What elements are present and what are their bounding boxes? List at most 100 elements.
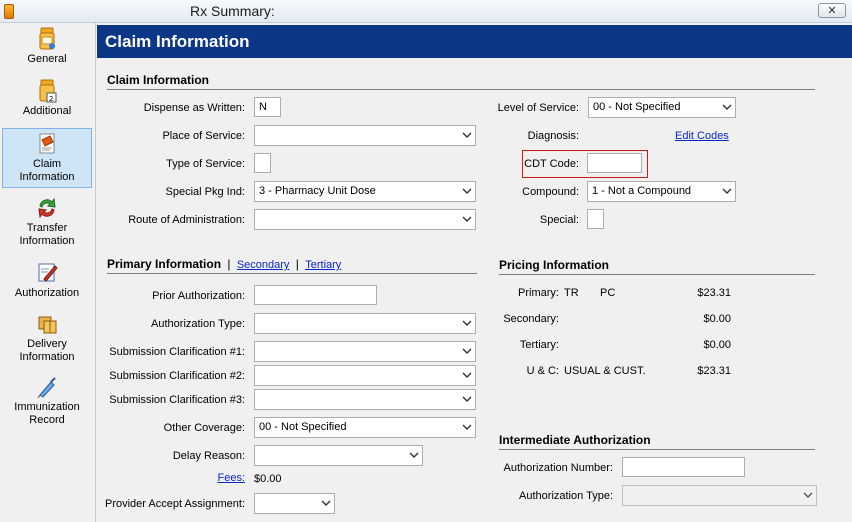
intermediate-auth-type-select[interactable] bbox=[622, 485, 817, 506]
sidebar-item-transfer-information[interactable]: Transfer Information bbox=[2, 196, 92, 248]
tab-separator: | bbox=[295, 257, 299, 271]
close-button[interactable]: ✕ bbox=[818, 3, 846, 18]
sidebar-item-additional[interactable]: 2 Additional bbox=[2, 79, 92, 119]
submission-clar-3-select[interactable] bbox=[254, 389, 476, 410]
pricing-row-label: Primary: bbox=[518, 287, 559, 299]
auth-type-label: Authorization Type: bbox=[151, 318, 245, 330]
compound-label: Compound: bbox=[522, 186, 579, 198]
intermediate-auth-divider bbox=[499, 449, 815, 450]
delay-reason-select[interactable] bbox=[254, 445, 423, 466]
other-coverage-value: 00 - Not Specified bbox=[259, 421, 347, 433]
chevron-down-icon bbox=[462, 372, 472, 378]
chevron-down-icon bbox=[409, 452, 419, 458]
pricing-row-amount: $23.31 bbox=[697, 287, 731, 299]
compound-select[interactable]: 1 - Not a Compound bbox=[587, 181, 736, 202]
level-of-service-label: Level of Service: bbox=[497, 102, 579, 114]
main-panel: Claim Information Claim Information Disp… bbox=[97, 23, 852, 522]
sidebar-item-claim-information[interactable]: Claim Information bbox=[2, 128, 92, 188]
sidebar-item-label-line2: Information bbox=[19, 235, 75, 247]
sidebar-item-label: Delivery bbox=[27, 338, 67, 350]
pricing-row-code1: TR bbox=[564, 287, 579, 299]
page-title: Claim Information bbox=[97, 25, 852, 58]
route-of-admin-label: Route of Administration: bbox=[128, 214, 245, 226]
chevron-down-icon bbox=[462, 188, 472, 194]
cdt-code-label: CDT Code: bbox=[524, 158, 579, 170]
sidebar-item-label: Additional bbox=[22, 105, 72, 117]
place-of-service-label: Place of Service: bbox=[162, 130, 245, 142]
claim-info-divider bbox=[107, 89, 815, 90]
submission-clar-1-label: Submission Clarification #1: bbox=[109, 346, 245, 358]
window-title: Rx Summary: bbox=[190, 3, 275, 19]
sidebar-item-label: Transfer bbox=[26, 222, 68, 234]
pricing-info-section-title: Pricing Information bbox=[499, 258, 610, 272]
submission-clar-3-label: Submission Clarification #3: bbox=[109, 394, 245, 406]
type-of-service-input[interactable] bbox=[254, 153, 271, 173]
sidebar-item-immunization-record[interactable]: Immunization Record bbox=[2, 375, 92, 427]
cdt-code-input[interactable] bbox=[587, 153, 642, 173]
place-of-service-select[interactable] bbox=[254, 125, 476, 146]
submission-clar-1-select[interactable] bbox=[254, 341, 476, 362]
tab-tertiary[interactable]: Tertiary bbox=[305, 259, 341, 271]
special-pkg-ind-select[interactable]: 3 - Pharmacy Unit Dose bbox=[254, 181, 476, 202]
syringe-icon bbox=[37, 377, 56, 399]
sidebar-item-label: Immunization bbox=[14, 401, 80, 413]
pricing-row-amount: $0.00 bbox=[703, 339, 731, 351]
prior-auth-label: Prior Authorization: bbox=[152, 290, 245, 302]
pricing-row-code1: USUAL & CUST. bbox=[564, 365, 646, 377]
auth-number-input[interactable] bbox=[622, 457, 745, 477]
auth-type-select[interactable] bbox=[254, 313, 476, 334]
sidebar-item-general[interactable]: General bbox=[2, 27, 92, 75]
delay-reason-label: Delay Reason: bbox=[172, 450, 245, 462]
transfer-arrows-icon bbox=[38, 197, 56, 219]
chevron-down-icon bbox=[722, 104, 732, 110]
fees-link[interactable]: Fees: bbox=[97, 471, 245, 485]
chevron-down-icon bbox=[321, 500, 331, 506]
sidebar-item-authorization[interactable]: Authorization bbox=[2, 261, 92, 301]
submission-clar-2-select[interactable] bbox=[254, 365, 476, 386]
dispense-as-written-label: Dispense as Written: bbox=[143, 102, 245, 114]
sidebar-item-label: General bbox=[27, 53, 67, 65]
prior-auth-input[interactable] bbox=[254, 285, 377, 305]
pricing-row-label: Secondary: bbox=[503, 313, 559, 325]
level-of-service-value: 00 - Not Specified bbox=[593, 101, 681, 113]
pricing-row-label: Tertiary: bbox=[519, 339, 559, 351]
pricing-row-label: U & C: bbox=[526, 365, 559, 377]
chevron-down-icon bbox=[722, 188, 732, 194]
pill-bottle-icon bbox=[39, 27, 55, 50]
provider-accept-label: Provider Accept Assignment: bbox=[104, 498, 245, 510]
window-titlebar: Rx Summary: ✕ bbox=[0, 0, 852, 23]
claim-info-section-title: Claim Information bbox=[107, 73, 210, 87]
claim-document-icon bbox=[39, 133, 55, 154]
level-of-service-select[interactable]: 00 - Not Specified bbox=[588, 97, 736, 118]
edit-codes-link[interactable]: Edit Codes bbox=[675, 129, 729, 143]
primary-info-section-title: Primary Information | Secondary | Tertia… bbox=[107, 257, 341, 271]
chevron-down-icon bbox=[803, 492, 813, 498]
app-icon bbox=[4, 4, 14, 19]
chevron-down-icon bbox=[462, 132, 472, 138]
tab-secondary[interactable]: Secondary bbox=[237, 259, 290, 271]
chevron-down-icon bbox=[462, 348, 472, 354]
special-label: Special: bbox=[539, 214, 579, 226]
intermediate-auth-type-label: Authorization Type: bbox=[519, 490, 613, 502]
chevron-down-icon bbox=[462, 424, 472, 430]
fees-value: $0.00 bbox=[254, 473, 282, 485]
sidebar-item-delivery-information[interactable]: Delivery Information bbox=[2, 312, 92, 364]
route-of-admin-select[interactable] bbox=[254, 209, 476, 230]
special-input[interactable] bbox=[587, 209, 604, 229]
pricing-info-divider bbox=[499, 274, 815, 275]
special-pkg-ind-value: 3 - Pharmacy Unit Dose bbox=[259, 185, 376, 197]
chevron-down-icon bbox=[462, 320, 472, 326]
pricing-row-amount: $0.00 bbox=[703, 313, 731, 325]
provider-accept-select[interactable] bbox=[254, 493, 335, 514]
pricing-row-amount: $23.31 bbox=[697, 365, 731, 377]
dispense-as-written-input[interactable]: N bbox=[254, 97, 281, 117]
pricing-row-code2: PC bbox=[600, 287, 616, 299]
sidebar-item-label-line2: Information bbox=[19, 171, 75, 183]
diagnosis-label: Diagnosis: bbox=[527, 130, 579, 142]
other-coverage-select[interactable]: 00 - Not Specified bbox=[254, 417, 476, 438]
tab-separator: | bbox=[227, 257, 231, 271]
sidebar: General 2 Additional Claim Information T… bbox=[0, 23, 96, 522]
chevron-down-icon bbox=[462, 396, 472, 402]
auth-number-label: Authorization Number: bbox=[503, 462, 613, 474]
sidebar-item-label-line2: Information bbox=[19, 351, 75, 363]
